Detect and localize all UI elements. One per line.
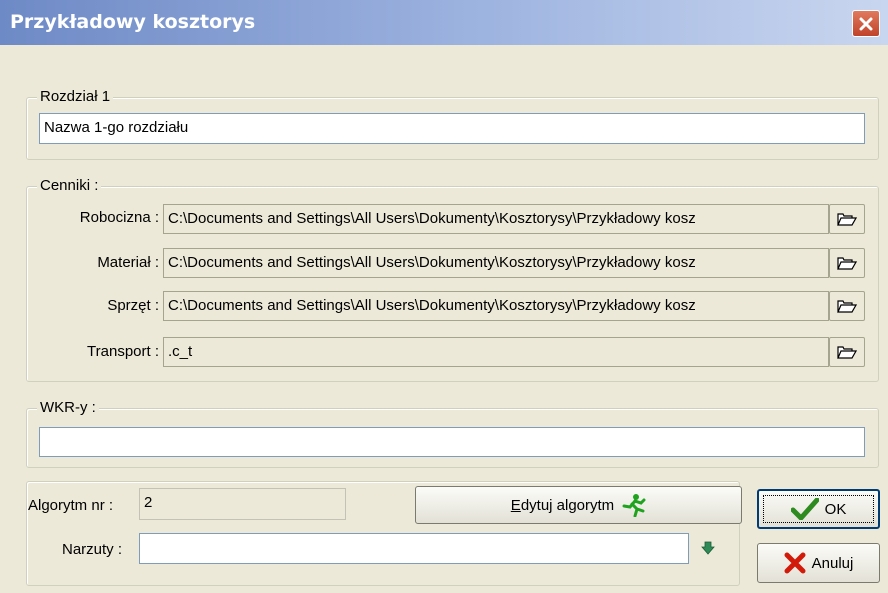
robocizna-path-field[interactable]: C:\Documents and Settings\All Users\Doku…	[163, 204, 829, 234]
close-button[interactable]	[852, 10, 880, 37]
transport-label: Transport :	[87, 343, 159, 360]
window-title: Przykładowy kosztorys	[10, 11, 256, 33]
title-bar[interactable]: Przykładowy kosztorys	[0, 0, 888, 45]
wkr-input[interactable]	[39, 427, 865, 457]
green-down-arrow-icon	[701, 541, 715, 555]
wkr-group: WKR-y :	[26, 399, 879, 468]
rozdzial-group: Rozdział 1 Nazwa 1-go rozdziału	[26, 88, 879, 160]
red-x-icon	[784, 552, 806, 574]
chapter-name-input[interactable]: Nazwa 1-go rozdziału	[39, 113, 865, 144]
running-man-icon	[622, 494, 646, 517]
edit-algorithm-label: Edytuj algorytm	[510, 496, 615, 514]
open-folder-icon	[837, 300, 857, 313]
cenniki-group: Cenniki : Robocizna : C:\Documents and S…	[26, 177, 879, 382]
cenniki-legend: Cenniki :	[37, 177, 102, 195]
material-browse-button[interactable]	[829, 248, 865, 278]
cancel-button[interactable]: Anuluj	[757, 543, 880, 583]
sprzet-browse-button[interactable]	[829, 291, 865, 321]
narzuty-dropdown-button[interactable]	[698, 538, 718, 558]
material-path-field[interactable]: C:\Documents and Settings\All Users\Doku…	[163, 248, 829, 278]
sprzet-label: Sprzęt :	[107, 297, 159, 314]
algorytm-number-field: 2	[139, 488, 346, 520]
open-folder-icon	[837, 257, 857, 270]
robocizna-browse-button[interactable]	[829, 204, 865, 234]
dialog-window: Przykładowy kosztorys Rozdział 1 Nazwa 1…	[0, 0, 888, 593]
transport-path-field[interactable]: .c_t	[163, 337, 829, 367]
sprzet-path-field[interactable]: C:\Documents and Settings\All Users\Doku…	[163, 291, 829, 321]
narzuty-label: Narzuty :	[62, 541, 123, 558]
open-folder-icon	[837, 346, 857, 359]
rozdzial-legend: Rozdział 1	[37, 88, 114, 106]
narzuty-input[interactable]	[139, 533, 689, 564]
algorytm-label: Algorytm nr :	[28, 497, 114, 514]
wkr-legend: WKR-y :	[37, 399, 99, 417]
transport-browse-button[interactable]	[829, 337, 865, 367]
close-icon	[859, 17, 873, 30]
ok-button[interactable]: OK	[757, 489, 880, 529]
focus-rect	[763, 495, 874, 523]
robocizna-label: Robocizna :	[79, 209, 159, 226]
edit-algorithm-button[interactable]: Edytuj algorytm	[415, 486, 742, 524]
material-label: Materiał :	[97, 254, 159, 271]
cancel-label: Anuluj	[811, 554, 854, 572]
open-folder-icon	[837, 213, 857, 226]
